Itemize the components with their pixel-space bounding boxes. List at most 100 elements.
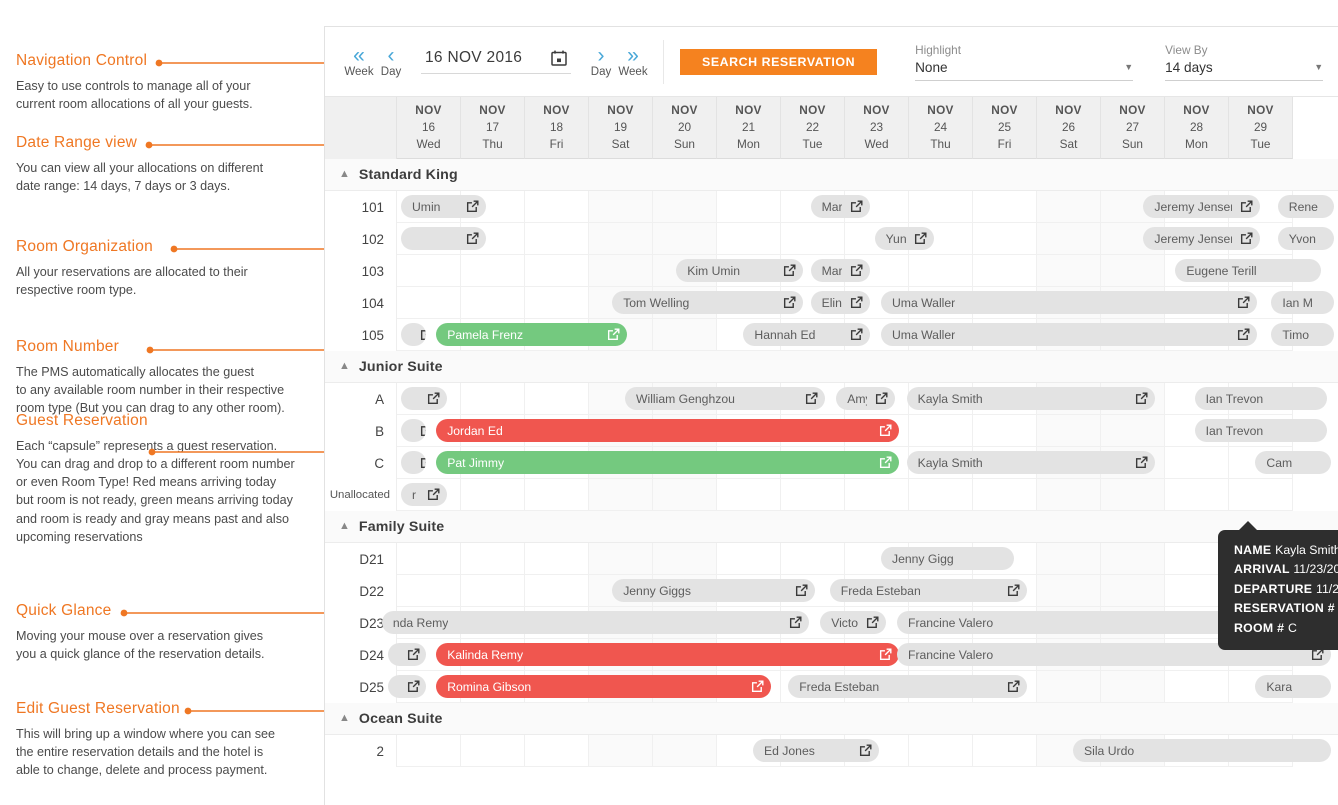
- reservation-capsule[interactable]: Kara: [1255, 675, 1331, 698]
- search-reservation-button[interactable]: SEARCH RESERVATION: [680, 48, 878, 75]
- date-column-header[interactable]: NOV 22 Tue: [781, 97, 845, 159]
- reservation-capsule[interactable]: r: [388, 675, 427, 698]
- date-column-header[interactable]: NOV 25 Fri: [973, 97, 1037, 159]
- reservation-capsule[interactable]: Tom Welling: [612, 291, 803, 314]
- edit-reservation-icon[interactable]: [879, 424, 892, 437]
- edit-reservation-icon[interactable]: [1237, 296, 1250, 309]
- reservation-capsule[interactable]: Hannah Ed: [743, 323, 870, 346]
- edit-reservation-icon[interactable]: [407, 680, 420, 693]
- reservation-capsule[interactable]: [401, 419, 427, 442]
- reservation-capsule[interactable]: Ed Jones: [753, 739, 880, 762]
- date-column-header[interactable]: NOV 23 Wed: [845, 97, 909, 159]
- date-column-header[interactable]: NOV 24 Thu: [909, 97, 973, 159]
- reservation-capsule[interactable]: William Genghzou: [625, 387, 825, 410]
- reservation-capsule[interactable]: Timo: [1271, 323, 1334, 346]
- date-column-header[interactable]: NOV 27 Sun: [1101, 97, 1165, 159]
- edit-reservation-icon[interactable]: [866, 616, 879, 629]
- reservation-capsule[interactable]: Kim Umin: [676, 259, 803, 282]
- reservation-capsule[interactable]: Ian Trevon: [1194, 419, 1328, 442]
- edit-reservation-icon[interactable]: [420, 328, 427, 341]
- reservation-capsule[interactable]: Jeremy Jensen: [1143, 227, 1261, 250]
- reservation-capsule[interactable]: Jenny Gigg: [881, 547, 1014, 570]
- date-column-header[interactable]: NOV 26 Sat: [1037, 97, 1101, 159]
- reservation-capsule[interactable]: Elina: [810, 291, 870, 314]
- edit-reservation-icon[interactable]: [783, 264, 796, 277]
- edit-reservation-icon[interactable]: [466, 232, 479, 245]
- edit-reservation-icon[interactable]: [850, 328, 863, 341]
- date-column-header[interactable]: NOV 29 Tue: [1229, 97, 1293, 159]
- date-picker[interactable]: 16 NOV 2016: [421, 49, 571, 74]
- reservation-capsule[interactable]: Sila Urdo: [1073, 739, 1331, 762]
- edit-reservation-icon[interactable]: [850, 264, 863, 277]
- reservation-capsule[interactable]: Pamela Frenz: [436, 323, 627, 346]
- date-column-header[interactable]: NOV 28 Mon: [1165, 97, 1229, 159]
- date-column-header[interactable]: NOV 21 Mon: [717, 97, 781, 159]
- reservation-capsule[interactable]: Freda Esteban: [788, 675, 1027, 698]
- edit-reservation-icon[interactable]: [875, 392, 888, 405]
- reservation-capsule[interactable]: T: [388, 643, 427, 666]
- reservation-capsule[interactable]: Uma Waller: [881, 323, 1257, 346]
- edit-reservation-icon[interactable]: [427, 488, 440, 501]
- reservation-capsule[interactable]: Ian Trevon: [1194, 387, 1328, 410]
- date-column-header[interactable]: NOV 18 Fri: [525, 97, 589, 159]
- reservation-capsule[interactable]: Jeremy Jensen: [1143, 195, 1261, 218]
- edit-reservation-icon[interactable]: [1237, 328, 1250, 341]
- reservation-capsule[interactable]: Uma Waller: [881, 291, 1257, 314]
- reservation-capsule[interactable]: Mary: [810, 195, 870, 218]
- reservation-capsule[interactable]: Amy: [836, 387, 896, 410]
- reservation-capsule[interactable]: Ian M: [1271, 291, 1334, 314]
- reservation-capsule[interactable]: Mary: [810, 259, 870, 282]
- prev-day-button[interactable]: ‹ Day: [375, 45, 407, 78]
- edit-reservation-icon[interactable]: [1007, 680, 1020, 693]
- reservation-capsule[interactable]: Rene: [1277, 195, 1334, 218]
- reservation-capsule[interactable]: Umin: [401, 195, 486, 218]
- reservation-capsule[interactable]: Pat Jimmy: [436, 451, 899, 474]
- reservation-capsule[interactable]: Yvon: [1277, 227, 1334, 250]
- date-column-header[interactable]: NOV 19 Sat: [589, 97, 653, 159]
- edit-reservation-icon[interactable]: [850, 200, 863, 213]
- edit-reservation-icon[interactable]: [1240, 232, 1253, 245]
- room-type-group-header[interactable]: ▲ Standard King: [325, 159, 1338, 191]
- reservation-capsule[interactable]: Kayla Smith: [906, 387, 1155, 410]
- edit-reservation-icon[interactable]: [1240, 200, 1253, 213]
- edit-reservation-icon[interactable]: [789, 616, 802, 629]
- edit-reservation-icon[interactable]: [859, 744, 872, 757]
- calendar-icon[interactable]: [551, 50, 567, 66]
- edit-reservation-icon[interactable]: [1135, 392, 1148, 405]
- room-type-group-header[interactable]: ▲ Family Suite: [325, 511, 1338, 543]
- reservation-capsule[interactable]: [401, 451, 427, 474]
- edit-reservation-icon[interactable]: [407, 648, 420, 661]
- date-column-header[interactable]: NOV 17 Thu: [461, 97, 525, 159]
- room-type-group-header[interactable]: ▲ Junior Suite: [325, 351, 1338, 383]
- reservation-capsule[interactable]: [401, 227, 486, 250]
- reservation-capsule[interactable]: nda Remy: [381, 611, 809, 634]
- room-type-group-header[interactable]: ▲ Ocean Suite: [325, 703, 1338, 735]
- reservation-capsule[interactable]: Romina Gibson: [436, 675, 771, 698]
- reservation-capsule[interactable]: Jenny Giggs: [612, 579, 816, 602]
- edit-reservation-icon[interactable]: [607, 328, 620, 341]
- edit-reservation-icon[interactable]: [783, 296, 796, 309]
- edit-reservation-icon[interactable]: [850, 296, 863, 309]
- edit-reservation-icon[interactable]: [879, 456, 892, 469]
- reservation-capsule[interactable]: Cam: [1255, 451, 1331, 474]
- reservation-capsule[interactable]: Kayla Smith: [906, 451, 1155, 474]
- edit-reservation-icon[interactable]: [914, 232, 927, 245]
- edit-reservation-icon[interactable]: [1007, 584, 1020, 597]
- highlight-select[interactable]: None ▼: [915, 60, 1134, 81]
- reservation-capsule[interactable]: Yunis: [874, 227, 934, 250]
- date-column-header[interactable]: NOV 16 Wed: [397, 97, 461, 159]
- edit-reservation-icon[interactable]: [1135, 456, 1148, 469]
- edit-reservation-icon[interactable]: [420, 456, 427, 469]
- reservation-capsule[interactable]: Freda Esteban: [829, 579, 1027, 602]
- prev-week-button[interactable]: « Week: [343, 45, 375, 78]
- edit-reservation-icon[interactable]: [879, 648, 892, 661]
- next-week-button[interactable]: » Week: [617, 45, 649, 78]
- edit-reservation-icon[interactable]: [751, 680, 764, 693]
- reservation-capsule[interactable]: Jordan Ed: [436, 419, 899, 442]
- edit-reservation-icon[interactable]: [795, 584, 808, 597]
- reservation-capsule[interactable]: Eugene Terill: [1175, 259, 1321, 282]
- edit-reservation-icon[interactable]: [427, 392, 440, 405]
- reservation-capsule[interactable]: Kalinda Remy: [436, 643, 899, 666]
- reservation-capsule[interactable]: [401, 323, 427, 346]
- reservation-capsule[interactable]: Victo: [820, 611, 886, 634]
